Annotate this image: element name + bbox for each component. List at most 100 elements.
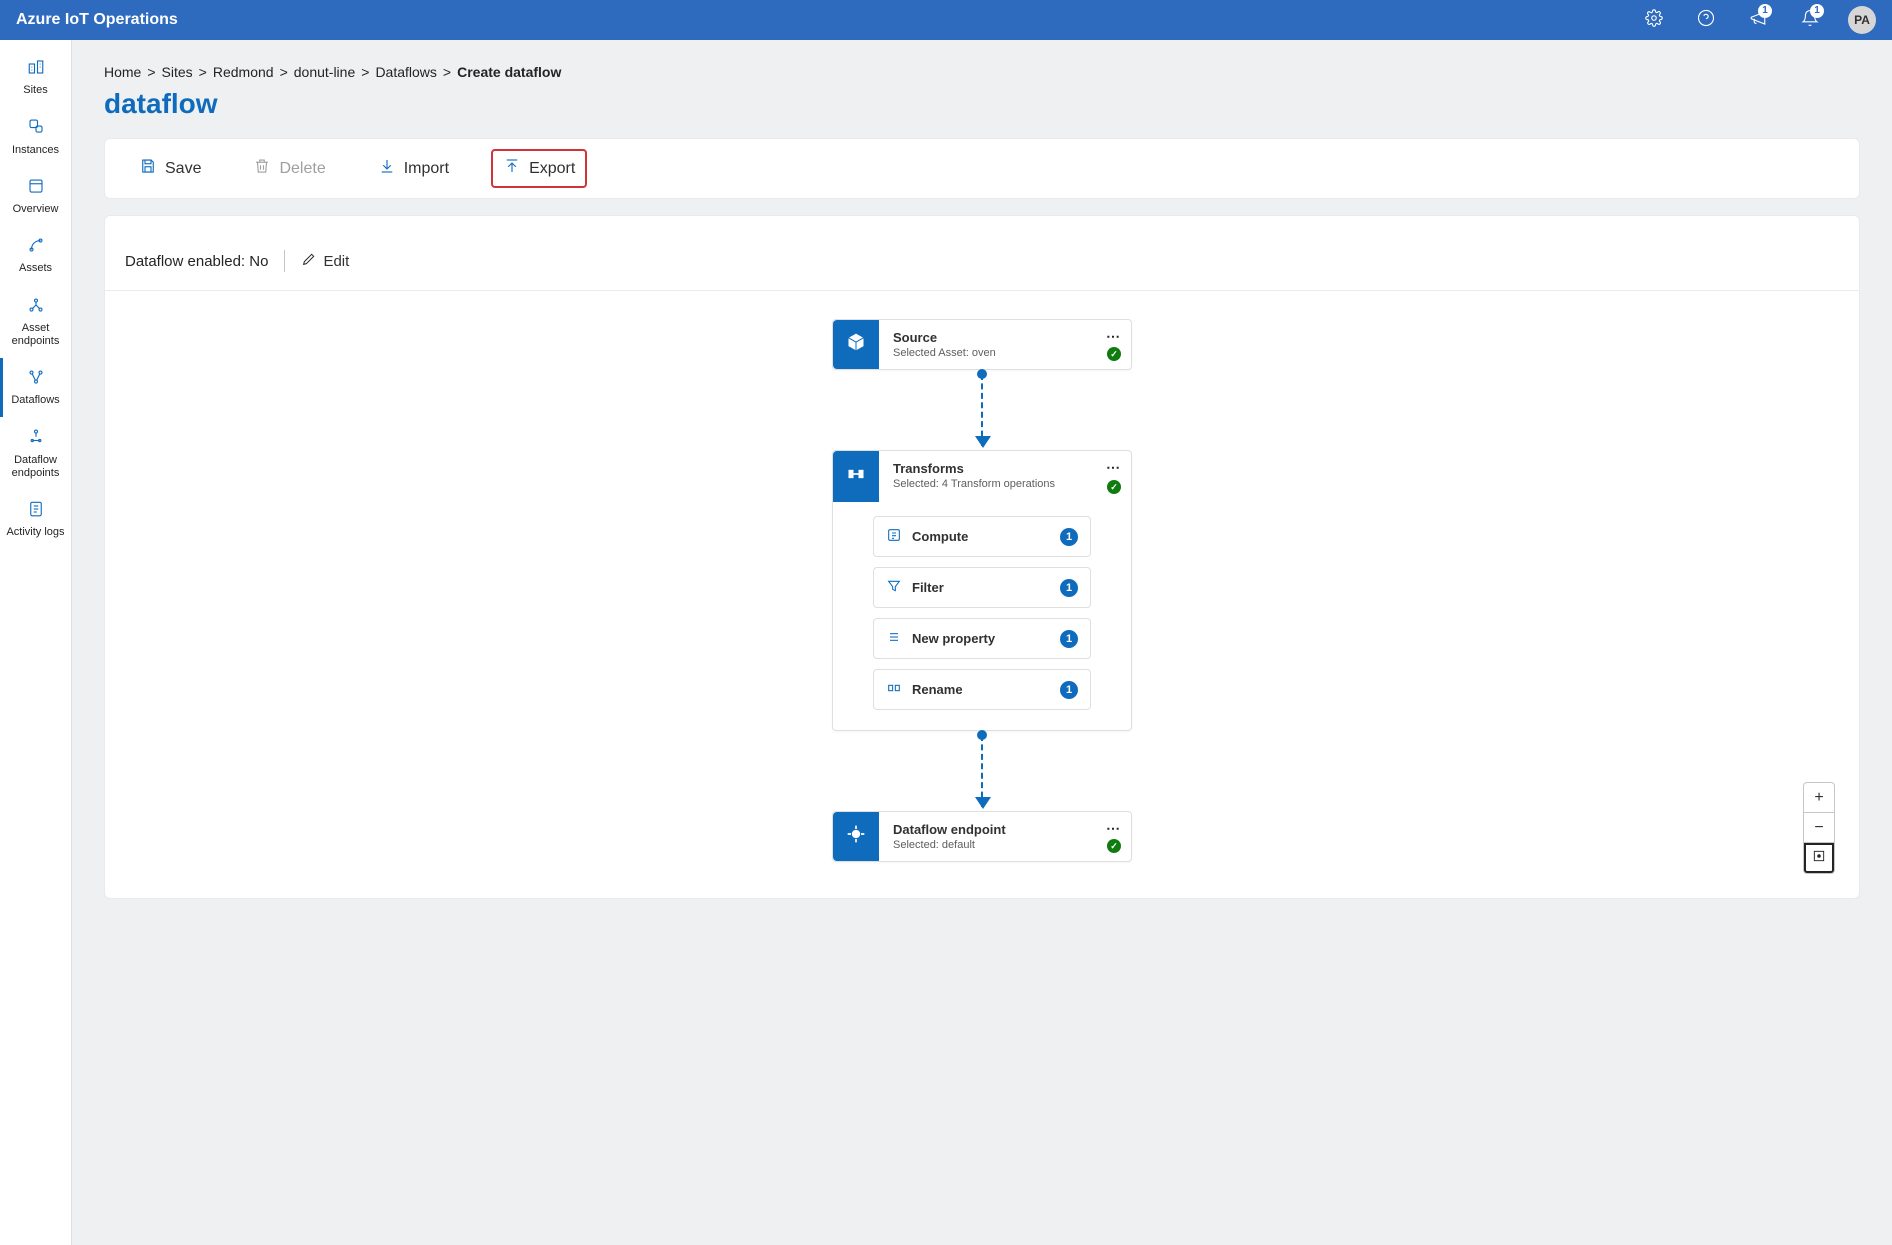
asset-endpoints-icon [27, 296, 45, 318]
nav-activity-logs[interactable]: Activity logs [0, 490, 71, 549]
crumb-donut-line[interactable]: donut-line [294, 64, 356, 80]
node-transforms-more[interactable]: ⋯ [1106, 459, 1121, 476]
op-count: 1 [1060, 681, 1078, 699]
node-endpoint-more[interactable]: ⋯ [1106, 820, 1121, 837]
nav-label: Sites [23, 84, 47, 97]
op-filter[interactable]: Filter 1 [873, 567, 1091, 608]
settings-button[interactable] [1632, 0, 1676, 40]
connector-2 [981, 735, 983, 807]
delete-button: Delete [243, 151, 335, 186]
nav-label: Assets [19, 262, 52, 275]
fit-icon [1812, 849, 1826, 868]
import-button[interactable]: Import [368, 151, 459, 186]
fit-screen-button[interactable] [1804, 843, 1834, 873]
op-label: Filter [912, 580, 1050, 595]
gear-icon [1645, 9, 1663, 32]
node-source[interactable]: Source Selected Asset: oven ⋯ [832, 319, 1132, 370]
compute-icon [886, 527, 902, 546]
node-endpoint-subtitle: Selected: default [893, 839, 1119, 851]
node-source-title: Source [893, 330, 1119, 345]
node-transforms[interactable]: Transforms Selected: 4 Transform operati… [832, 450, 1132, 731]
nav-label: Activity logs [6, 526, 64, 539]
product-title: Azure IoT Operations [16, 11, 178, 29]
crumb-sites[interactable]: Sites [162, 64, 193, 80]
transforms-icon [846, 464, 866, 489]
op-count: 1 [1060, 528, 1078, 546]
dataflows-icon [27, 368, 45, 390]
save-icon [139, 157, 157, 180]
divider [284, 250, 285, 272]
assets-icon [27, 236, 45, 258]
crumb-dataflows[interactable]: Dataflows [375, 64, 436, 80]
save-button[interactable]: Save [129, 151, 211, 186]
node-endpoint[interactable]: Dataflow endpoint Selected: default ⋯ [832, 811, 1132, 862]
nav-label: Overview [13, 203, 59, 216]
trash-icon [253, 157, 271, 180]
op-compute[interactable]: Compute 1 [873, 516, 1091, 557]
dataflow-endpoints-icon [27, 427, 45, 449]
activity-logs-icon [27, 500, 45, 522]
crumb-redmond[interactable]: Redmond [213, 64, 274, 80]
status-ok-icon [1107, 839, 1121, 853]
status-ok-icon [1107, 347, 1121, 361]
crumb-home[interactable]: Home [104, 64, 141, 80]
action-toolbar: Save Delete Import Export [104, 138, 1860, 199]
node-source-more[interactable]: ⋯ [1106, 328, 1121, 345]
user-avatar[interactable]: PA [1848, 6, 1876, 34]
transform-operations-list: Compute 1 Filter 1 New property 1 [833, 502, 1131, 730]
help-icon [1697, 9, 1715, 32]
help-button[interactable] [1684, 0, 1728, 40]
nav-label: Dataflow endpoints [4, 454, 67, 480]
nav-instances[interactable]: Instances [0, 107, 71, 166]
delete-label: Delete [279, 160, 325, 178]
main-content: Home> Sites> Redmond> donut-line> Datafl… [72, 40, 1892, 1245]
rename-icon [886, 680, 902, 699]
endpoint-icon [846, 824, 866, 849]
node-transforms-title: Transforms [893, 461, 1119, 476]
op-label: Rename [912, 682, 1050, 697]
connector-1 [981, 374, 983, 446]
zoom-in-button[interactable]: + [1804, 783, 1834, 813]
dataflow-status-bar: Dataflow enabled: No Edit [105, 232, 1859, 291]
dataflow-enabled-text: Dataflow enabled: No [125, 253, 268, 270]
edit-dataflow-button[interactable]: Edit [301, 251, 349, 271]
op-count: 1 [1060, 630, 1078, 648]
nav-dataflow-endpoints[interactable]: Dataflow endpoints [0, 417, 71, 490]
save-label: Save [165, 160, 201, 178]
op-rename[interactable]: Rename 1 [873, 669, 1091, 710]
op-new-property[interactable]: New property 1 [873, 618, 1091, 659]
notifications-button[interactable]: 1 [1788, 0, 1832, 40]
buildings-icon [27, 58, 45, 80]
nav-dataflows[interactable]: Dataflows [0, 358, 71, 417]
page-title: dataflow [104, 88, 1860, 120]
export-icon [503, 157, 521, 180]
status-ok-icon [1107, 480, 1121, 494]
list-icon [886, 629, 902, 648]
dataflow-canvas[interactable]: Source Selected Asset: oven ⋯ [105, 291, 1859, 898]
breadcrumb: Home> Sites> Redmond> donut-line> Datafl… [104, 64, 1860, 80]
nav-label: Dataflows [11, 394, 59, 407]
import-label: Import [404, 160, 449, 178]
zoom-out-button[interactable]: − [1804, 813, 1834, 843]
zoom-controls: + − [1803, 782, 1835, 874]
nav-label: Instances [12, 144, 59, 157]
nav-asset-endpoints[interactable]: Asset endpoints [0, 286, 71, 359]
op-label: New property [912, 631, 1050, 646]
export-button[interactable]: Export [491, 149, 587, 188]
feedback-badge: 1 [1758, 4, 1772, 18]
node-source-subtitle: Selected Asset: oven [893, 347, 1119, 359]
feedback-button[interactable]: 1 [1736, 0, 1780, 40]
crumb-current: Create dataflow [457, 64, 561, 80]
import-icon [378, 157, 396, 180]
pencil-icon [301, 251, 317, 271]
nav-sites[interactable]: Sites [0, 48, 71, 107]
nav-assets[interactable]: Assets [0, 226, 71, 285]
nav-overview[interactable]: Overview [0, 167, 71, 226]
left-nav-rail: Sites Instances Overview Assets Asset en… [0, 40, 72, 1245]
node-endpoint-title: Dataflow endpoint [893, 822, 1119, 837]
filter-icon [886, 578, 902, 597]
edit-label: Edit [323, 253, 349, 270]
op-count: 1 [1060, 579, 1078, 597]
nav-label: Asset endpoints [4, 322, 67, 348]
op-label: Compute [912, 529, 1050, 544]
